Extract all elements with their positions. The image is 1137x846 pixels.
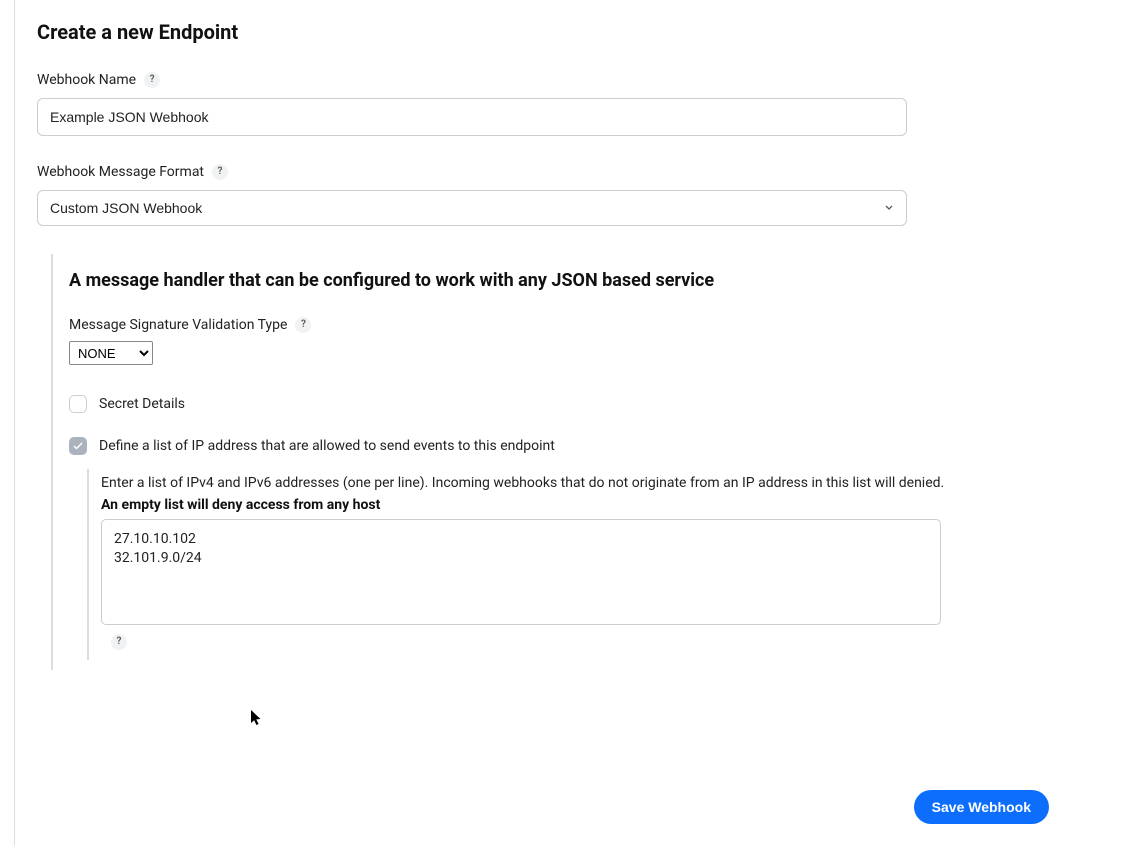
ip-allowlist-row: Define a list of IP address that are all… xyxy=(69,437,1097,455)
help-icon[interactable]: ? xyxy=(111,634,127,650)
help-icon[interactable]: ? xyxy=(212,164,228,180)
webhook-name-input[interactable] xyxy=(37,98,907,136)
cursor-icon xyxy=(251,710,265,730)
handler-panel: A message handler that can be configured… xyxy=(51,254,1097,670)
ip-allowlist-checkbox[interactable] xyxy=(69,437,87,455)
help-icon[interactable]: ? xyxy=(144,72,160,88)
webhook-format-select[interactable]: Custom JSON Webhook xyxy=(37,190,907,226)
page-title: Create a new Endpoint xyxy=(37,20,1097,44)
webhook-name-field: Webhook Name ? xyxy=(37,72,1097,136)
webhook-name-label: Webhook Name xyxy=(37,72,136,88)
sig-validation-select[interactable]: NONE xyxy=(69,341,153,365)
secret-details-checkbox[interactable] xyxy=(69,395,87,413)
handler-description: A message handler that can be configured… xyxy=(69,270,1097,291)
ip-allowlist-textarea[interactable] xyxy=(101,519,941,625)
ip-allowlist-block: Enter a list of IPv4 and IPv6 addresses … xyxy=(87,469,949,660)
ip-allowlist-label: Define a list of IP address that are all… xyxy=(99,438,555,454)
webhook-format-label: Webhook Message Format xyxy=(37,164,204,180)
secret-details-row: Secret Details xyxy=(69,395,1097,413)
sig-validation-label: Message Signature Validation Type xyxy=(69,317,287,333)
secret-details-label: Secret Details xyxy=(99,396,185,412)
ip-allowlist-warning: An empty list will deny access from any … xyxy=(101,497,949,513)
ip-allowlist-description: Enter a list of IPv4 and IPv6 addresses … xyxy=(101,473,949,495)
webhook-format-field: Webhook Message Format ? Custom JSON Web… xyxy=(37,164,1097,226)
save-webhook-button[interactable]: Save Webhook xyxy=(914,790,1049,824)
sig-validation-field: Message Signature Validation Type ? NONE xyxy=(69,317,1097,365)
help-icon[interactable]: ? xyxy=(295,317,311,333)
